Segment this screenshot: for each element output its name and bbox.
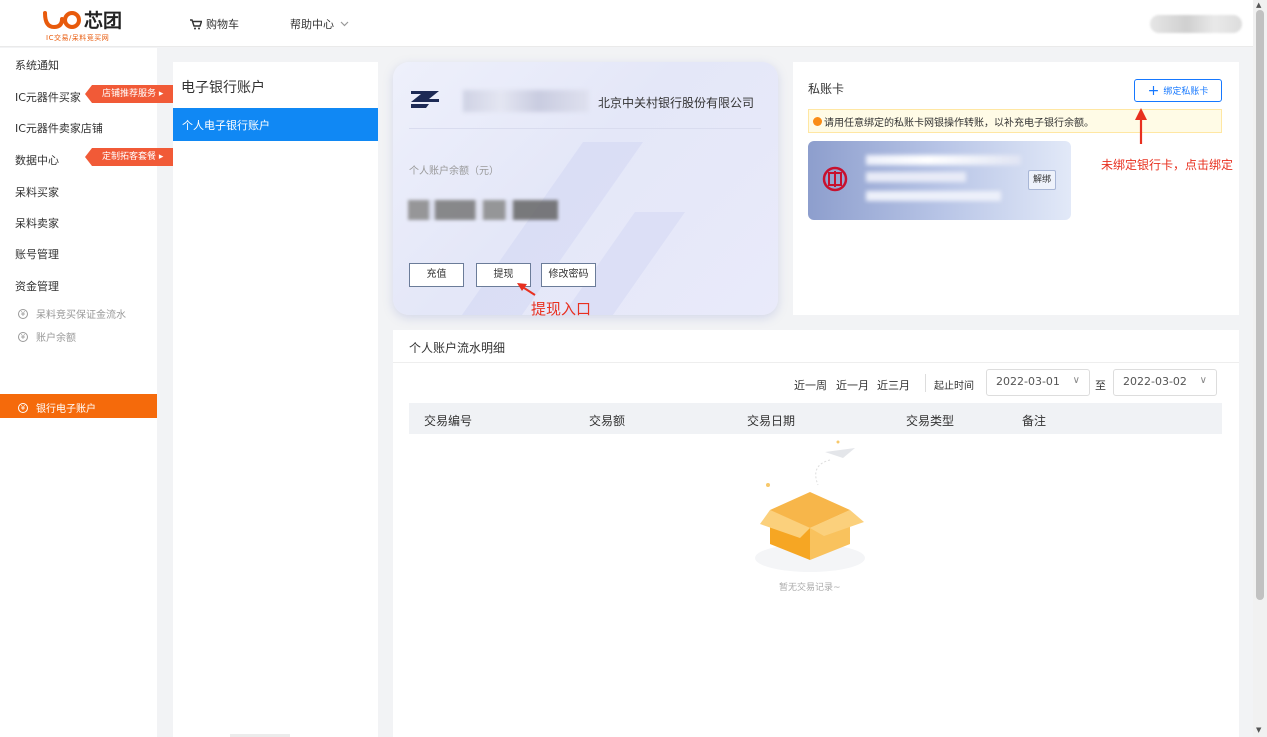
records-divider: [393, 362, 1239, 363]
bind-annotation: 未绑定银行卡，点击绑定: [1101, 158, 1234, 172]
end-date-value: 2022-03-02: [1123, 375, 1187, 388]
scroll-up-arrow-icon[interactable]: ▲: [1256, 1, 1261, 9]
logo[interactable]: 芯团: [42, 9, 134, 31]
sidebar-sub-balance[interactable]: ¥ 账户余额: [18, 329, 76, 344]
column-header-remark: 备注: [1022, 414, 1047, 428]
custom-package-tag[interactable]: 定制拓客套餐 ▸: [84, 148, 176, 166]
chevron-down-icon: ∨: [1199, 375, 1207, 386]
logo-subtitle: IC交易/呆料竞买网: [46, 34, 110, 42]
sidebar-sub-label: 银行电子账户: [36, 404, 96, 415]
help-center-menu[interactable]: 帮助中心: [290, 16, 349, 32]
sidebar-item-system-notice[interactable]: 系统通知: [15, 57, 59, 73]
logo-text: 芯团: [84, 9, 122, 31]
sidebar-item-fund-mgmt[interactable]: 资金管理: [15, 278, 59, 294]
sidebar-item-account-mgmt[interactable]: 账号管理: [15, 246, 59, 262]
user-menu-blurred[interactable]: [1150, 15, 1242, 33]
table-header: [409, 403, 1222, 434]
money-icon: ¥: [18, 402, 28, 413]
account-list-panel: [173, 62, 378, 737]
scroll-down-arrow-icon[interactable]: ▼: [1256, 726, 1261, 734]
range-separator: [925, 374, 926, 392]
sidebar-sub-bank-account: ¥ 银行电子账户: [18, 400, 96, 415]
sidebar: 系统通知 IC元器件买家 店铺推荐服务 ▸ IC元器件卖家店铺 数据中心 定制拓…: [0, 48, 176, 737]
warning-icon: [813, 116, 822, 126]
chevron-down-icon: ∨: [1072, 375, 1080, 386]
bank-logo-icon: [411, 91, 439, 108]
sidebar-sub-deposit-flow[interactable]: ¥ 呆料竞买保证金流水: [18, 306, 126, 321]
unbind-button[interactable]: 解绑: [1028, 170, 1056, 190]
change-password-button[interactable]: 修改密码: [541, 263, 596, 287]
balance-label: 个人账户余额（元）: [409, 166, 499, 177]
bind-label: 绑定私账卡: [1163, 87, 1209, 97]
date-range-label: 起止时间: [934, 381, 974, 392]
notice-bar: 请用任意绑定的私账卡网银操作转账，以补充电子银行余额。: [808, 109, 1222, 133]
private-card-title: 私账卡: [808, 82, 845, 96]
sidebar-sub-bank-account-active[interactable]: ¥ 银行电子账户: [0, 394, 157, 418]
card-info-blurred: [866, 155, 1021, 165]
sidebar-sub-label: 账户余额: [36, 333, 76, 344]
empty-state-text: 暂无交易记录~: [779, 583, 841, 593]
annotation-arrow-icon: [1135, 108, 1147, 144]
quick-range-three-months[interactable]: 近三月: [877, 377, 910, 393]
bank-name: 北京中关村银行股份有限公司: [598, 96, 755, 110]
sidebar-item-stock-seller[interactable]: 呆料卖家: [15, 215, 59, 231]
notice-text: 请用任意绑定的私账卡网银操作转账，以补充电子银行余额。: [824, 117, 1094, 129]
balance-value-blurred: [408, 200, 558, 220]
date-to-label: 至: [1095, 379, 1106, 392]
account-panel-title: 电子银行账户: [181, 80, 265, 96]
start-date-select[interactable]: 2022-03-01 ∨: [986, 369, 1090, 396]
empty-box-icon: [755, 440, 865, 572]
icbc-logo-icon: [822, 166, 848, 192]
help-label: 帮助中心: [290, 18, 334, 31]
column-header-amount: 交易额: [589, 414, 626, 428]
cart-link[interactable]: 购物车: [190, 16, 239, 32]
plus-icon: +: [1147, 82, 1160, 99]
column-header-type: 交易类型: [906, 414, 955, 428]
bind-private-card-button[interactable]: + 绑定私账卡: [1134, 79, 1222, 102]
money-icon: ¥: [18, 331, 28, 342]
annotation-arrow-icon: [517, 283, 536, 296]
scrollbar-thumb[interactable]: [1256, 10, 1264, 600]
account-item-personal[interactable]: 个人电子银行账户: [173, 108, 378, 141]
cart-icon: [190, 18, 202, 29]
sidebar-item-ic-seller[interactable]: IC元器件卖家店铺: [15, 120, 103, 136]
sidebar-sub-label: 呆料竞买保证金流水: [36, 310, 126, 321]
quick-range-week[interactable]: 近一周: [794, 377, 827, 393]
end-date-select[interactable]: 2022-03-02 ∨: [1113, 369, 1217, 396]
quick-range-month[interactable]: 近一月: [836, 377, 869, 393]
sidebar-item-stock-buyer[interactable]: 呆料买家: [15, 184, 59, 200]
cart-label: 购物车: [206, 18, 239, 31]
column-header-date: 交易日期: [747, 414, 796, 428]
records-title: 个人账户流水明细: [409, 341, 506, 355]
store-recommend-tag[interactable]: 店铺推荐服务 ▸: [84, 85, 176, 103]
sidebar-item-ic-buyer[interactable]: IC元器件买家: [15, 89, 81, 105]
sidebar-item-data-center[interactable]: 数据中心: [15, 152, 59, 168]
recharge-button[interactable]: 充值: [409, 263, 464, 287]
account-number-blurred: [463, 90, 589, 112]
withdraw-annotation: 提现入口: [531, 300, 592, 318]
card-divider: [409, 128, 761, 129]
chevron-down-icon: [340, 21, 349, 27]
money-icon: ¥: [18, 308, 28, 319]
card-info-blurred: [866, 191, 1001, 201]
start-date-value: 2022-03-01: [996, 375, 1060, 388]
card-info-blurred: [866, 172, 966, 182]
top-bar: [0, 0, 1253, 47]
column-header-tx-id: 交易编号: [424, 414, 473, 428]
